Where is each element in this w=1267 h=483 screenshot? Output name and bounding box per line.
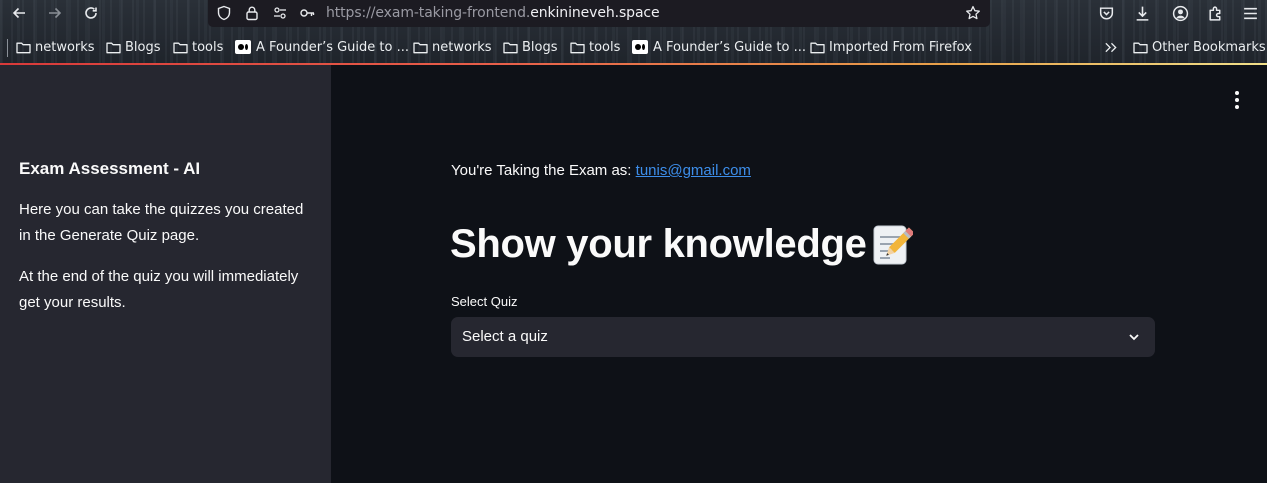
bookmarks-overflow-button[interactable]	[1104, 38, 1122, 56]
chevron-down-icon	[1129, 334, 1139, 341]
folder-icon	[106, 42, 121, 53]
sidebar-description: Here you can take the quizzes you create…	[19, 201, 304, 244]
arrow-right-icon	[49, 7, 62, 19]
quiz-select[interactable]: Select a quiz	[451, 317, 1155, 357]
bookmark-imported-from-firefox[interactable]: Imported From Firefox	[810, 38, 972, 56]
browser-chrome: https://exam-taking-frontend.enkinineveh…	[0, 0, 1267, 64]
browser-toolbar: https://exam-taking-frontend.enkinineveh…	[0, 0, 1267, 28]
key-icon[interactable]	[299, 5, 315, 21]
exam-taker-label: You're Taking the Exam as:	[451, 162, 636, 179]
bookmark-label: networks	[35, 39, 95, 55]
memo-icon	[873, 225, 913, 264]
bookmark-label: A Founder’s Guide to ...	[653, 39, 806, 55]
other-bookmarks-label: Other Bookmarks	[1152, 39, 1266, 55]
folder-icon	[503, 42, 518, 53]
select-quiz-label: Select Quiz	[451, 294, 518, 309]
kebab-dot	[1235, 105, 1239, 109]
folder-icon	[16, 42, 31, 53]
medium-icon	[235, 40, 251, 54]
bookmark-blogs-2[interactable]: Blogs	[503, 38, 558, 56]
main-content: You're Taking the Exam as: tunis@gmail.c…	[331, 65, 1267, 483]
bookmark-blogs[interactable]: Blogs	[106, 38, 161, 56]
reload-button[interactable]	[79, 2, 103, 24]
page-title-text: Show your knowledge	[450, 222, 867, 266]
bookmark-networks-2[interactable]: networks	[413, 38, 492, 56]
account-icon	[1172, 5, 1188, 21]
folder-icon	[413, 42, 428, 53]
folder-icon	[570, 42, 585, 53]
hamburger-icon	[1243, 7, 1257, 19]
bookmark-label: tools	[589, 39, 621, 55]
user-email-link[interactable]: tunis@gmail.com	[636, 162, 751, 179]
bookmarks-toolbar: networks Blogs tools A Founder’s Guide t…	[0, 34, 1267, 60]
star-icon[interactable]	[965, 5, 981, 21]
forward-button[interactable]	[43, 2, 67, 24]
puzzle-icon	[1208, 5, 1220, 21]
sidebar: Exam Assessment - AI Here you can take t…	[0, 65, 331, 483]
shield-icon[interactable]	[216, 5, 232, 21]
sidebar-results-note: At the end of the quiz you will immediat…	[19, 268, 299, 311]
exam-taker-line: You're Taking the Exam as: tunis@gmail.c…	[451, 162, 751, 179]
download-icon	[1136, 6, 1148, 21]
bookmark-label: Imported From Firefox	[829, 39, 972, 55]
permissions-icon[interactable]	[272, 5, 288, 21]
url-text[interactable]: https://exam-taking-frontend.enkinineveh…	[326, 5, 660, 21]
bookmark-founders-guide-2[interactable]: A Founder’s Guide to ...	[632, 38, 806, 56]
bookmark-tools[interactable]: tools	[173, 38, 223, 56]
medium-icon	[632, 40, 648, 54]
extensions-button[interactable]	[1203, 2, 1227, 24]
chevrons-right-icon	[1105, 42, 1117, 52]
pocket-icon	[1099, 6, 1113, 20]
bookmarks-separator	[7, 39, 8, 57]
folder-icon	[810, 42, 825, 53]
address-bar[interactable]: https://exam-taking-frontend.enkinineveh…	[208, 0, 990, 27]
other-bookmarks[interactable]: Other Bookmarks	[1133, 38, 1266, 56]
arrow-left-icon	[12, 7, 25, 19]
sidebar-title: Exam Assessment - AI	[19, 159, 201, 178]
bookmark-label: Blogs	[522, 39, 558, 55]
folder-icon	[173, 42, 188, 53]
page-title: Show your knowledge	[450, 222, 913, 267]
pocket-button[interactable]	[1094, 2, 1118, 24]
quiz-select-value: Select a quiz	[462, 328, 548, 345]
account-button[interactable]	[1168, 2, 1192, 24]
lock-icon[interactable]	[244, 5, 260, 21]
bookmark-label: networks	[432, 39, 492, 55]
downloads-button[interactable]	[1130, 2, 1154, 24]
kebab-dot	[1235, 98, 1239, 102]
bookmark-tools-2[interactable]: tools	[570, 38, 620, 56]
menu-button[interactable]	[1238, 2, 1262, 24]
bookmark-networks[interactable]: networks	[16, 38, 95, 56]
bookmark-founders-guide[interactable]: A Founder’s Guide to ...	[235, 38, 409, 56]
kebab-dot	[1235, 91, 1239, 95]
folder-icon	[1133, 42, 1148, 53]
bookmark-label: A Founder’s Guide to ...	[256, 39, 409, 55]
bookmark-label: Blogs	[125, 39, 161, 55]
bookmark-label: tools	[192, 39, 224, 55]
reload-icon	[85, 7, 97, 19]
back-button[interactable]	[7, 2, 31, 24]
main-menu-button[interactable]	[1228, 90, 1246, 110]
